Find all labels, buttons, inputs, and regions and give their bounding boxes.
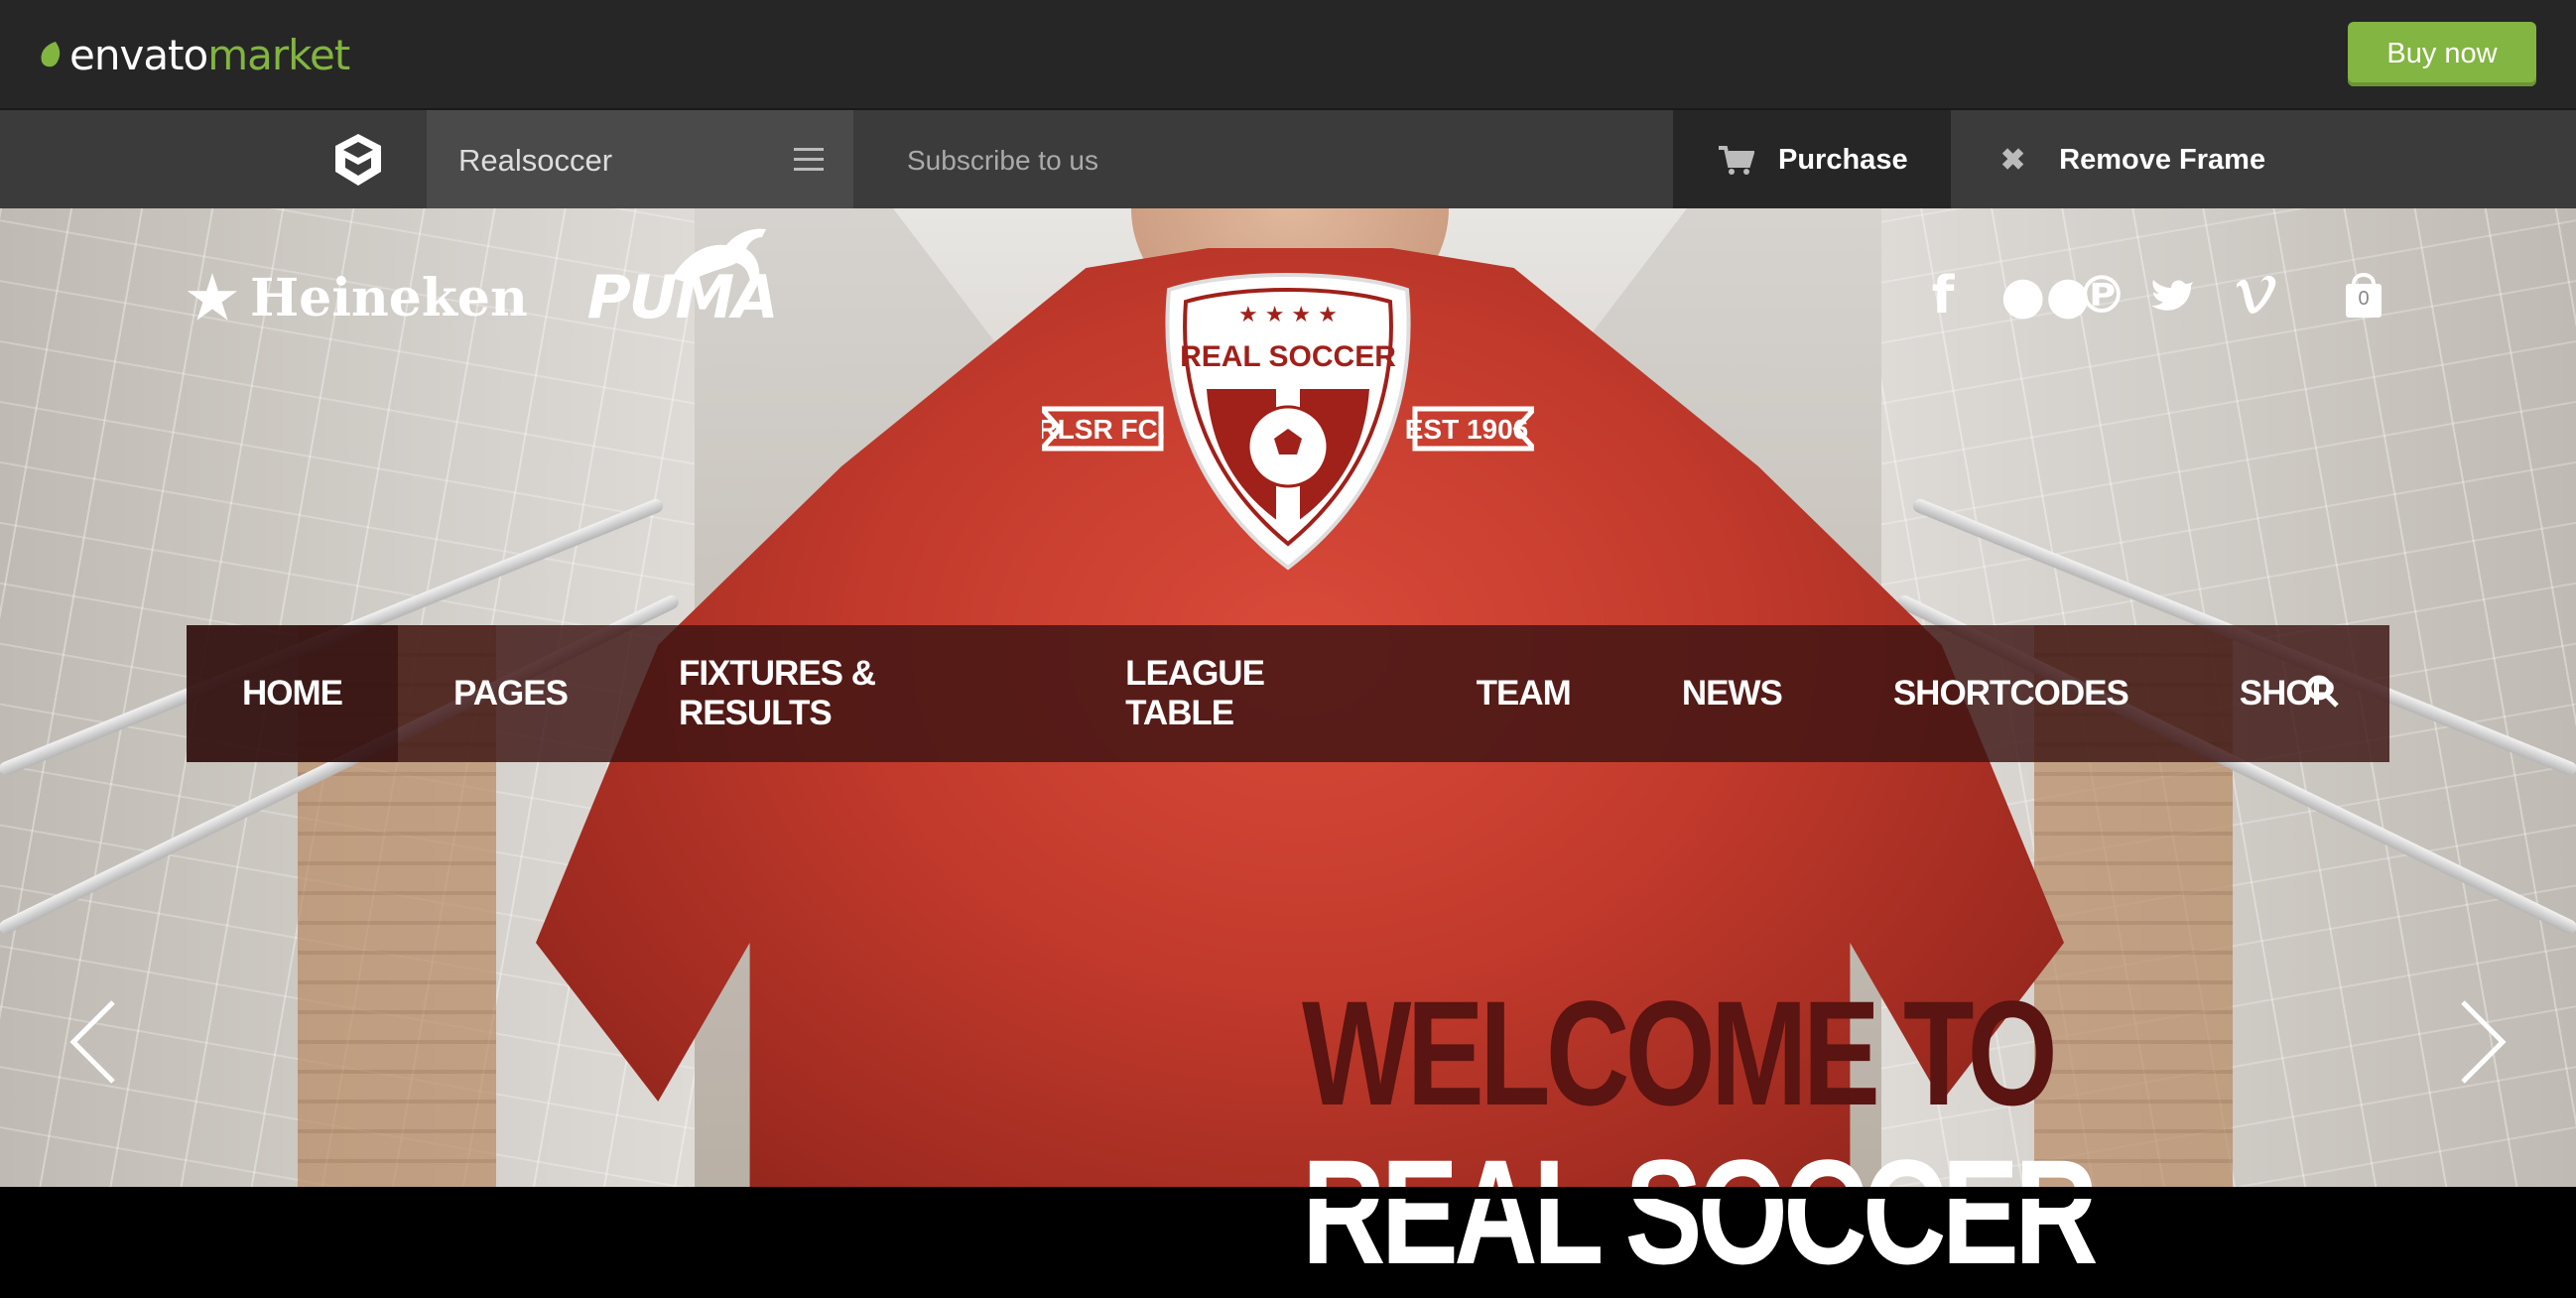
search-icon[interactable] [2304,673,2340,709]
real-soccer-crest[interactable]: ★ ★ ★ ★ REAL SOCCER RLSR FC. EST 1906 [1042,260,1534,578]
nav-item-home[interactable]: HOME [187,625,398,762]
leaf-icon [41,42,61,67]
crest-right-banner: EST 1906 [1405,414,1529,445]
theme-name: Realsoccer [458,142,613,178]
crest-title: REAL SOCCER [1180,340,1396,373]
close-icon: ✖ [2000,144,2026,177]
purchase-button[interactable]: Purchase [1673,110,1951,210]
envato-top-bar: envatomarket Buy now [0,0,2576,108]
remove-frame-button[interactable]: ✖ Remove Frame [1951,110,2268,210]
hamburger-menu-icon[interactable] [794,148,824,172]
subscribe-link[interactable]: Subscribe to us [907,110,1098,210]
flickr-icon[interactable]: ●● [2000,266,2091,325]
brand-prefix: envato [69,30,208,79]
purchase-label: Purchase [1778,144,1908,176]
social-links: f ●● ℗ [1925,266,2278,325]
nav-item-shortcodes[interactable]: SHORTCODES [1838,625,2184,762]
cart-count: 0 [2358,288,2370,310]
sponsor-logos: ★ Heineken PUMA [187,228,779,337]
nav-item-fixtures-results[interactable]: FIXTURES & RESULTS [623,625,1070,762]
vimeo-icon[interactable] [2235,276,2278,316]
nav-item-shop[interactable]: SHOP [2184,625,2389,762]
remove-frame-label: Remove Frame [2059,144,2266,176]
twitter-icon[interactable] [2151,278,2195,314]
shopping-cart-icon [1719,145,1754,175]
heineken-logo[interactable]: ★ Heineken [187,264,528,331]
puma-cat-icon [671,228,766,285]
crest-left-banner: RLSR FC. [1042,414,1166,445]
theme-demo-bar: Realsoccer Subscribe to us Purchase ✖ Re… [0,108,2576,210]
nav-item-pages[interactable]: PAGES [398,625,623,762]
pinterest-icon[interactable]: ℗ [2076,266,2127,325]
nav-item-news[interactable]: NEWS [1626,625,1838,762]
puma-logo[interactable]: PUMA [587,228,779,332]
shopping-bag-icon[interactable]: 0 [2344,270,2383,318]
theme-author-logo-icon[interactable] [331,132,385,188]
star-icon: ★ [187,264,238,331]
facebook-icon[interactable]: f [1925,266,1961,325]
brand-suffix: market [207,30,350,79]
svg-text:★ ★ ★ ★: ★ ★ ★ ★ [1238,303,1338,327]
nav-item-league-table[interactable]: LEAGUE TABLE [1070,625,1421,762]
nav-item-team[interactable]: TEAM [1421,625,1626,762]
main-navigation: HOME PAGES FIXTURES & RESULTS LEAGUE TAB… [187,625,2389,762]
slider-next-arrow-icon[interactable] [2453,992,2512,1092]
slider-prev-arrow-icon[interactable] [64,992,123,1092]
buy-now-button[interactable]: Buy now [2348,22,2536,86]
theme-switcher[interactable]: Realsoccer [427,110,853,210]
envato-market-logo[interactable]: envatomarket [38,30,350,79]
hero-heading-line-1: WELCOME TO [1302,970,2058,1136]
hero-heading-line-2: REAL SOCCER [1302,1128,2099,1295]
